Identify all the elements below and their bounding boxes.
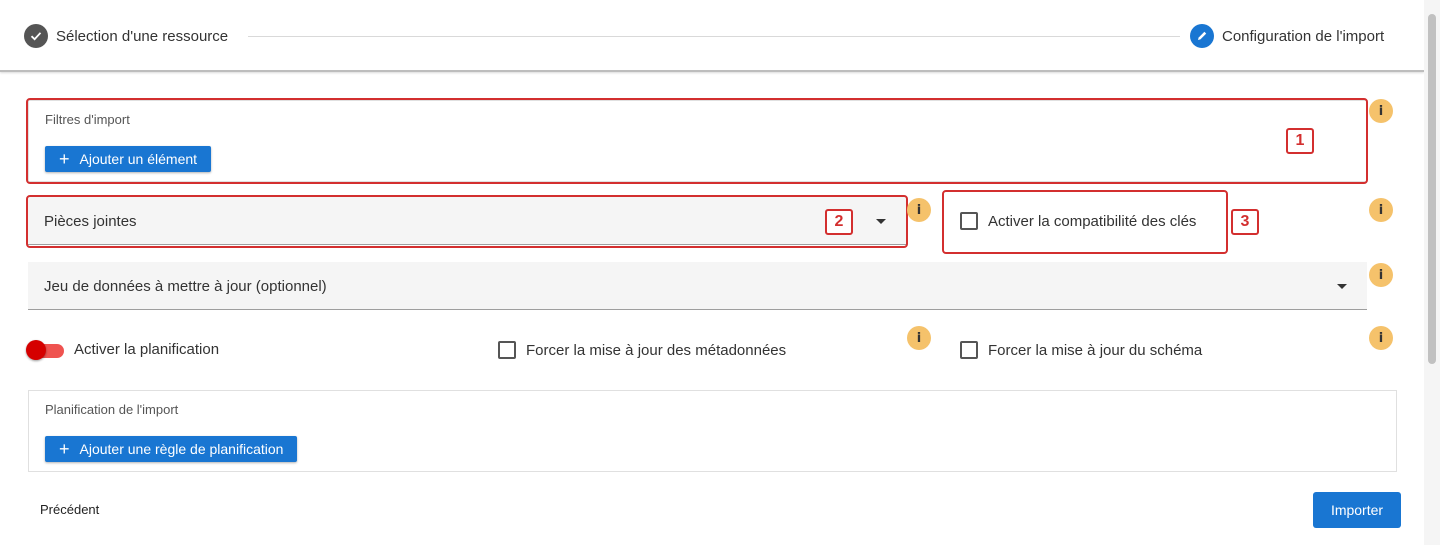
pencil-icon bbox=[1190, 24, 1214, 48]
key-compat-checkbox[interactable]: Activer la compatibilité des clés bbox=[960, 212, 1196, 230]
plus-icon: + bbox=[59, 439, 70, 459]
add-schedule-rule-label: Ajouter une règle de planification bbox=[79, 441, 284, 457]
step-selection-label: Sélection d'une ressource bbox=[56, 27, 229, 45]
annotation-badge-2: 2 bbox=[825, 209, 853, 235]
annotation-badge-3: 3 bbox=[1231, 209, 1259, 235]
force-schema-checkbox[interactable]: Forcer la mise à jour du schéma bbox=[960, 341, 1202, 359]
info-icon[interactable]: i bbox=[1369, 263, 1393, 287]
import-button[interactable]: Importer bbox=[1313, 492, 1401, 528]
checkbox-icon[interactable] bbox=[960, 341, 978, 359]
toggle-thumb[interactable] bbox=[26, 340, 46, 360]
info-icon[interactable]: i bbox=[907, 198, 931, 222]
info-icon[interactable]: i bbox=[1369, 326, 1393, 350]
force-schema-label: Forcer la mise à jour du schéma bbox=[988, 341, 1203, 359]
stepper-connector bbox=[248, 36, 1180, 37]
dataset-select[interactable]: Jeu de données à mettre à jour (optionne… bbox=[28, 262, 1367, 310]
import-schedule-label: Planification de l'import bbox=[45, 402, 179, 417]
annotation-badge-1: 1 bbox=[1286, 128, 1314, 154]
key-compat-label: Activer la compatibilité des clés bbox=[988, 212, 1197, 230]
previous-button[interactable]: Précédent bbox=[40, 502, 99, 517]
info-icon[interactable]: i bbox=[1369, 198, 1393, 222]
dropdown-arrow-icon bbox=[1337, 284, 1347, 289]
checkbox-icon[interactable] bbox=[960, 212, 978, 230]
scrollbar-thumb[interactable] bbox=[1428, 14, 1436, 364]
vertical-scrollbar[interactable] bbox=[1424, 0, 1440, 545]
check-icon bbox=[24, 24, 48, 48]
step-configuration-label: Configuration de l'import bbox=[1222, 27, 1385, 45]
force-metadata-checkbox[interactable]: Forcer la mise à jour des métadonnées bbox=[498, 341, 786, 359]
add-schedule-rule-button[interactable]: + Ajouter une règle de planification bbox=[45, 436, 298, 462]
info-icon[interactable]: i bbox=[907, 326, 931, 350]
checkbox-icon[interactable] bbox=[498, 341, 516, 359]
import-schedule-panel: Planification de l'import + Ajouter une … bbox=[28, 390, 1397, 472]
info-icon[interactable]: i bbox=[1369, 99, 1393, 123]
annotation-box-2 bbox=[26, 195, 908, 248]
annotation-box-1 bbox=[26, 98, 1368, 184]
step-selection[interactable]: Sélection d'une ressource bbox=[24, 24, 228, 48]
force-metadata-label: Forcer la mise à jour des métadonnées bbox=[526, 341, 787, 359]
dataset-select-placeholder: Jeu de données à mettre à jour (optionne… bbox=[44, 278, 327, 295]
stepper-header: Sélection d'une ressource Configuration … bbox=[0, 0, 1424, 72]
step-configuration[interactable]: Configuration de l'import bbox=[1190, 24, 1384, 48]
planification-toggle-label: Activer la planification bbox=[74, 341, 220, 358]
planification-toggle[interactable] bbox=[26, 340, 64, 360]
